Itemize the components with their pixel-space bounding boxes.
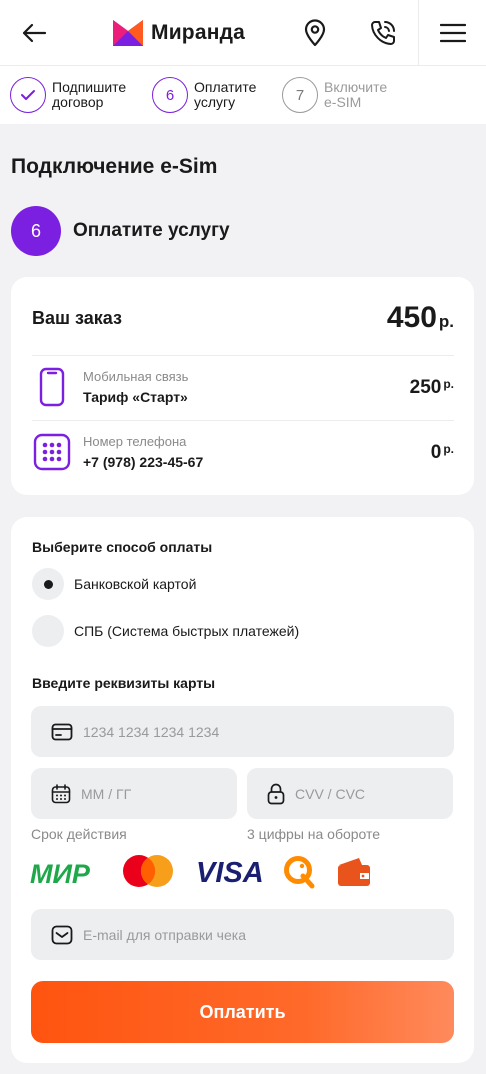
card-number-input[interactable]: 1234 1234 1234 1234 [31, 706, 454, 757]
current-step-label: Оплатите услугу [73, 220, 230, 241]
expiry-placeholder: ММ / ГГ [81, 785, 132, 802]
smartphone-icon [32, 367, 72, 407]
wallet-logo [338, 858, 370, 886]
logo-mark-icon [113, 20, 143, 46]
payment-card: Выберите способ оплаты Банковской картой… [11, 517, 474, 1063]
item-label: Мобильная связь [83, 369, 189, 384]
radio-button[interactable] [32, 615, 64, 647]
step-enable-esim[interactable]: 7 Включите e-SIM [282, 77, 404, 113]
call-button[interactable] [360, 0, 406, 66]
credit-card-icon [51, 723, 73, 740]
cvv-input[interactable]: CVV / CVC [247, 768, 453, 819]
qiwi-logo [284, 856, 315, 889]
logo[interactable]: Миранда [112, 19, 245, 47]
step-done-circle [10, 77, 46, 113]
order-header: Ваш заказ 450 р. [32, 301, 454, 334]
order-item-number: Номер телефона +7 (978) 223-45-67 0 р. [32, 432, 454, 478]
payment-method-sbp[interactable]: СПБ (Система быстрых платежей) [32, 615, 299, 647]
radio-selected-dot [43, 579, 53, 589]
keypad-icon [32, 432, 72, 472]
current-step-number: 6 [11, 206, 61, 256]
order-title: Ваш заказ [32, 308, 122, 328]
menu-button[interactable] [418, 0, 486, 66]
cvv-hint: 3 цифры на обороте [247, 826, 381, 842]
phone-call-icon [371, 21, 395, 45]
step-sign-contract[interactable]: Подпишите договор [10, 77, 132, 113]
card-details-title: Введите реквизиты карты [32, 675, 216, 691]
page-title: Подключение e-Sim [11, 155, 218, 178]
progress-steps: Подпишите договор 6 Оплатите услугу 7 Вк… [0, 66, 486, 124]
pay-button[interactable]: Оплатить [31, 981, 454, 1043]
top-header: Миранда [0, 0, 486, 66]
item-value: +7 (978) 223-45-67 [83, 454, 204, 470]
card-number-placeholder: 1234 1234 1234 1234 [83, 723, 220, 740]
step-label: Подпишите договор [52, 79, 127, 110]
check-icon [21, 90, 35, 100]
order-summary-card: Ваш заказ 450 р. Мобильная связь Тариф «С… [11, 277, 474, 495]
email-placeholder: E-mail для отправки чека [83, 926, 246, 943]
step-label: Включите e-SIM [324, 79, 388, 110]
step-label: Оплатите услугу [194, 79, 257, 110]
lock-icon [267, 783, 285, 804]
back-button[interactable] [10, 0, 58, 66]
logo-text: Миранда [151, 21, 246, 44]
divider [32, 355, 454, 356]
email-input[interactable]: E-mail для отправки чека [31, 909, 454, 960]
current-step-header: 6 Оплатите услугу [11, 206, 230, 256]
radio-label: СПБ (Система быстрых платежей) [74, 623, 300, 639]
order-item-tariff: Мобильная связь Тариф «Старт» 250 р. [32, 367, 454, 413]
divider [32, 420, 454, 421]
item-price: 0 р. [430, 442, 454, 463]
payment-method-title: Выберите способ оплаты [32, 539, 213, 555]
order-total: 450 р. [386, 301, 454, 334]
mir-logo-text: МИР [30, 859, 91, 888]
visa-logo: VISA [196, 857, 264, 886]
mastercard-logo [123, 855, 173, 887]
mir-logo: МИР [30, 859, 91, 888]
hamburger-menu-icon [439, 23, 466, 43]
step-pay-service[interactable]: 6 Оплатите услугу [152, 77, 274, 113]
radio-button[interactable] [32, 568, 64, 600]
payment-method-card[interactable]: Банковской картой [32, 568, 196, 600]
expiry-hint: Срок действия [31, 826, 127, 842]
item-label: Номер телефона [83, 434, 187, 449]
item-value: Тариф «Старт» [83, 389, 188, 405]
expiry-input[interactable]: ММ / ГГ [31, 768, 237, 819]
radio-label: Банковской картой [74, 576, 197, 592]
item-price: 250 р. [409, 377, 454, 398]
map-pin-icon [304, 19, 326, 47]
arrow-left-icon [22, 23, 47, 43]
calendar-icon [51, 783, 71, 803]
receipt-mail-icon [51, 925, 73, 944]
visa-logo-text: VISA [196, 857, 264, 886]
step-number: 7 [282, 77, 318, 113]
step-number: 6 [152, 77, 188, 113]
location-button[interactable] [292, 0, 338, 66]
cvv-placeholder: CVV / CVC [295, 785, 366, 802]
